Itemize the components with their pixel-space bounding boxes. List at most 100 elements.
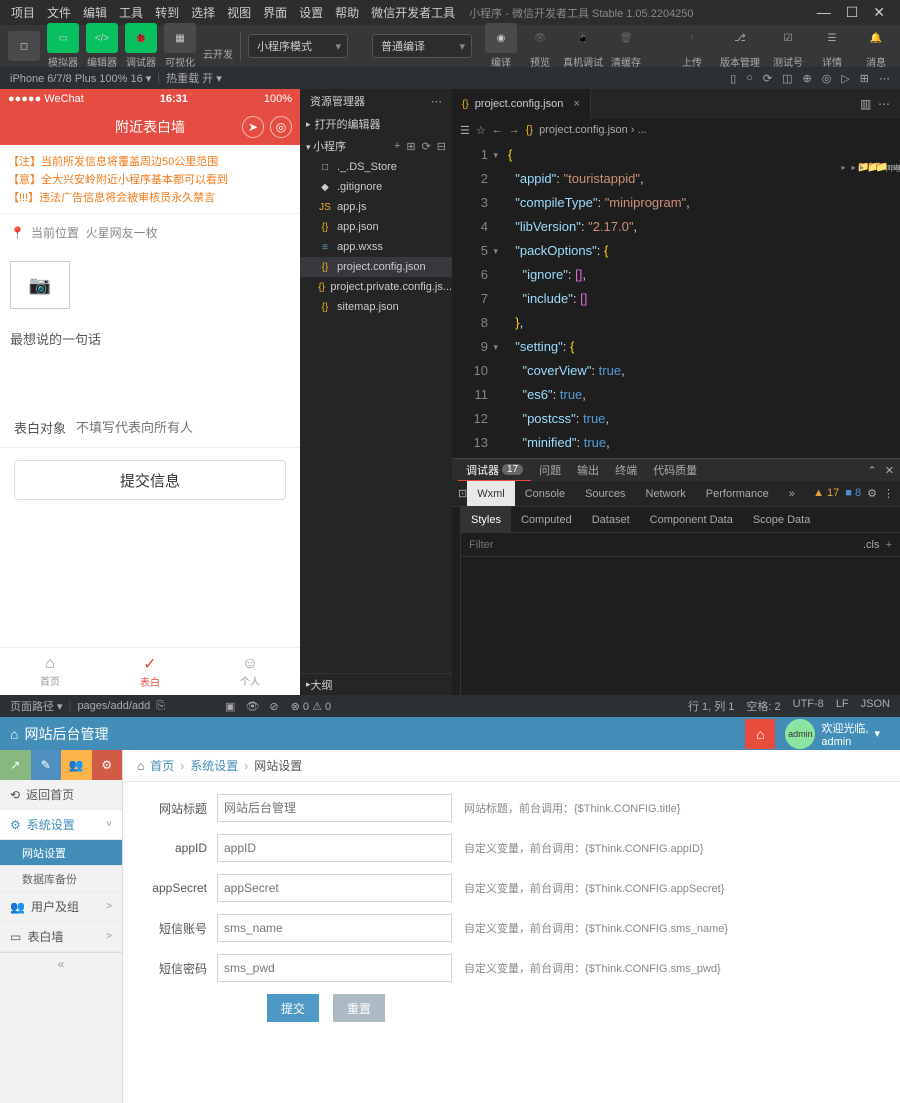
menu-item[interactable]: 设置 <box>293 6 329 20</box>
detail-button[interactable]: ☰ <box>816 23 848 53</box>
send-icon[interactable]: ➤ <box>242 116 264 138</box>
copy-icon[interactable]: ⎘ <box>156 700 165 713</box>
compile-button[interactable]: ◉ <box>485 23 517 53</box>
menu-item[interactable]: 文件 <box>41 6 77 20</box>
project-header[interactable]: 小程序 <box>306 138 346 154</box>
remote-debug-button[interactable]: 📱 <box>567 23 599 53</box>
file-item[interactable]: {}project.private.config.js... <box>300 277 452 297</box>
sidebar-sub-item[interactable]: 数据库备份 <box>0 866 122 892</box>
form-input[interactable] <box>217 914 452 942</box>
menu-item[interactable]: 微信开发者工具 <box>365 6 461 20</box>
quick-btn-4[interactable]: ⚙ <box>92 750 123 780</box>
inspect-icon[interactable]: ⊡ <box>458 487 467 500</box>
styles-tab[interactable]: Styles <box>461 507 511 532</box>
gear-icon[interactable]: ⚙ <box>867 487 877 500</box>
refresh-icon[interactable]: ⟳ <box>422 140 431 153</box>
collapse-icon[interactable]: ⊟ <box>437 140 446 153</box>
quick-btn-1[interactable]: ↗ <box>0 750 31 780</box>
avatar-icon[interactable]: ◻ <box>8 31 40 61</box>
add-icon[interactable]: + <box>886 539 892 551</box>
version-button[interactable]: ⎇ <box>724 23 756 53</box>
chevron-up-icon[interactable]: ⌃ <box>868 464 877 477</box>
compile-select[interactable]: 普通编译 <box>372 34 472 58</box>
menu-item[interactable]: 选择 <box>185 6 221 20</box>
open-editors-header[interactable]: 打开的编辑器 <box>300 113 452 135</box>
sidebar-item[interactable]: ▭表白墙˃ <box>0 922 122 952</box>
page-path[interactable]: pages/add/add <box>77 700 150 712</box>
devsub-performance[interactable]: Performance <box>696 481 779 506</box>
mode-select[interactable]: 小程序模式 <box>248 34 348 58</box>
sidebar-sub-item[interactable]: 网站设置 <box>0 840 122 866</box>
menu-item[interactable]: 项目 <box>5 6 41 20</box>
tab-confess[interactable]: ✓表白 <box>100 648 200 695</box>
devtab-quality[interactable]: 代码质量 <box>645 459 705 481</box>
menu-item[interactable]: 转到 <box>149 6 185 20</box>
explorer-toolbar-icon[interactable]: ▯ <box>730 72 736 85</box>
editor-tab[interactable]: {}project.config.json× <box>452 89 591 119</box>
sidebar-item[interactable]: ⚙系统设置˅ <box>0 810 122 840</box>
hot-reload-toggle[interactable]: 热重载 开 ▾ <box>166 70 222 86</box>
submit-button[interactable]: 提交信息 <box>14 460 286 500</box>
reset-button[interactable]: 重置 <box>333 994 385 1022</box>
camera-icon[interactable]: 📷 <box>10 261 70 309</box>
editor-button[interactable]: </> <box>86 23 118 53</box>
devtab-terminal[interactable]: 终端 <box>607 459 645 481</box>
target-icon[interactable]: ◎ <box>270 116 292 138</box>
menu-item[interactable]: 视图 <box>221 6 257 20</box>
tab-profile[interactable]: ☺个人 <box>200 648 300 695</box>
user-menu[interactable]: admin 欢迎光临,admin ▾ <box>775 719 890 749</box>
more-icon[interactable]: ⋯ <box>431 95 442 108</box>
more-icon[interactable]: ⋮ <box>883 487 894 500</box>
file-item[interactable]: □._.DS_Store <box>300 157 452 177</box>
devsub-wxml[interactable]: Wxml <box>467 481 515 506</box>
message-button[interactable]: 🔔 <box>860 23 892 53</box>
form-input[interactable] <box>217 954 452 982</box>
test-button[interactable]: ☑ <box>772 23 804 53</box>
home-button[interactable]: ⌂ <box>745 719 775 749</box>
menu-item[interactable]: 帮助 <box>329 6 365 20</box>
clear-cache-button[interactable]: 🗑 <box>610 23 642 53</box>
devsub-console[interactable]: Console <box>515 481 575 506</box>
split-icon[interactable]: ▥ <box>860 97 871 111</box>
filter-input[interactable] <box>469 539 863 551</box>
menu-item[interactable]: 工具 <box>113 6 149 20</box>
file-item[interactable]: {}project.config.json <box>300 257 452 277</box>
devtab-debugger[interactable]: 调试器17 <box>458 459 531 481</box>
device-select[interactable]: iPhone 6/7/8 Plus 100% 16 ▾ <box>10 72 151 85</box>
sidebar-item[interactable]: 👥用户及组˃ <box>0 892 122 922</box>
minimize-icon[interactable]: — <box>817 4 831 21</box>
close-tab-icon[interactable]: × <box>573 98 579 110</box>
form-input[interactable] <box>217 834 452 862</box>
code-area[interactable]: { "appid": "touristappid", "compileType"… <box>502 141 900 458</box>
more-icon[interactable]: ⋯ <box>878 97 890 111</box>
form-input[interactable] <box>217 794 452 822</box>
upload-button[interactable]: ↑ <box>676 23 708 53</box>
new-folder-icon[interactable]: ⊞ <box>406 140 415 153</box>
devtab-problems[interactable]: 问题 <box>531 459 569 481</box>
devsub-sources[interactable]: Sources <box>575 481 635 506</box>
debugger-button[interactable]: 🐞 <box>125 23 157 53</box>
form-input[interactable] <box>217 874 452 902</box>
new-file-icon[interactable]: + <box>394 140 400 153</box>
preview-button[interactable]: 👁 <box>524 23 556 53</box>
devsub-network[interactable]: Network <box>635 481 695 506</box>
maximize-icon[interactable]: ☐ <box>846 4 859 21</box>
breadcrumb[interactable]: ☰☆←→ {}project.config.json › ... <box>452 119 900 141</box>
file-item[interactable]: 📁utils <box>852 157 900 177</box>
close-icon[interactable]: ✕ <box>885 464 894 477</box>
menu-item[interactable]: 编辑 <box>77 6 113 20</box>
devtab-output[interactable]: 输出 <box>569 459 607 481</box>
menu-item[interactable]: 界面 <box>257 6 293 20</box>
submit-button[interactable]: 提交 <box>267 994 319 1022</box>
outline-header[interactable]: 大纲 <box>300 673 452 695</box>
file-item[interactable]: {}sitemap.json <box>300 297 452 317</box>
quick-btn-2[interactable]: ✎ <box>31 750 62 780</box>
close-icon[interactable]: ✕ <box>873 4 885 21</box>
file-item[interactable]: JSapp.js <box>300 197 452 217</box>
error-count[interactable]: ⊗ 0 ⚠ 0 <box>291 700 331 713</box>
tab-home[interactable]: ⌂首页 <box>0 648 100 695</box>
collapse-sidebar-icon[interactable]: « <box>0 952 122 974</box>
more-icon[interactable]: » <box>779 481 805 506</box>
file-item[interactable]: ≡app.wxss <box>300 237 452 257</box>
file-item[interactable]: {}app.json <box>300 217 452 237</box>
